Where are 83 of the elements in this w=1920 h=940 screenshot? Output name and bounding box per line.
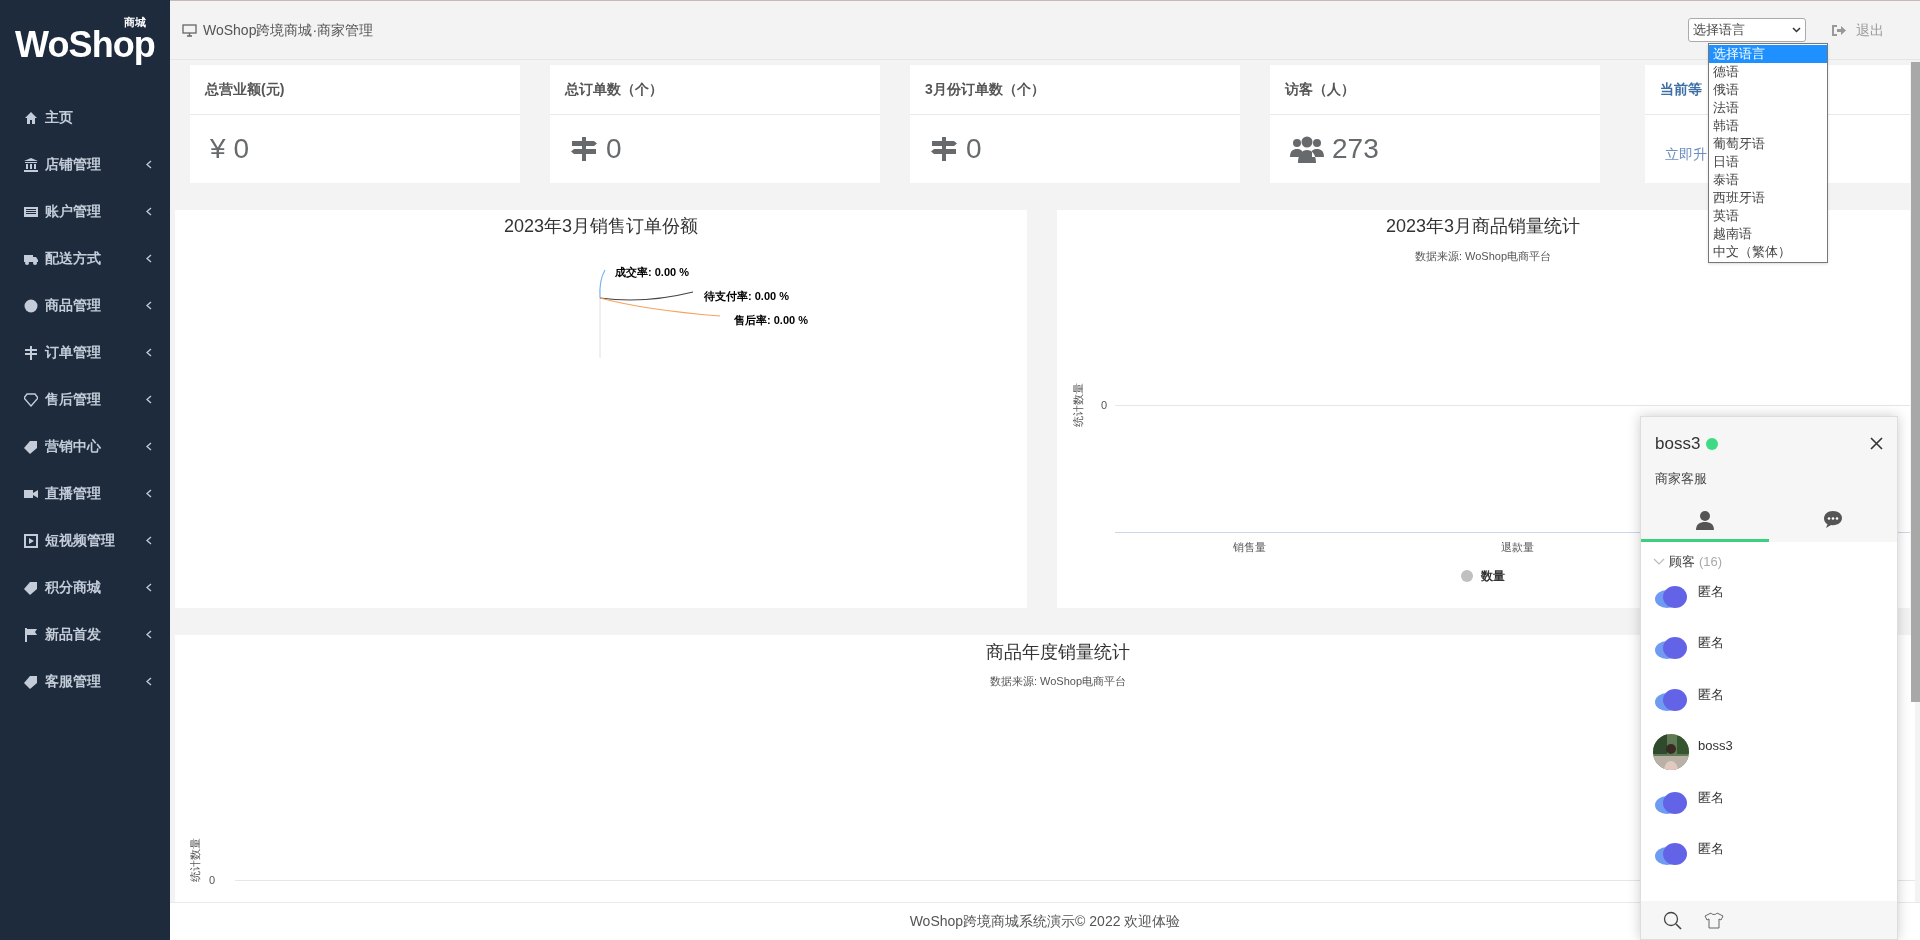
sidebar-item[interactable]: 短视频管理 [0, 517, 170, 564]
sidebar-item[interactable]: 账户管理 [0, 188, 170, 235]
dropdown-option[interactable]: 韩语 [1709, 117, 1827, 135]
category-label: 退款量 [1500, 541, 1534, 553]
breadcrumb-title: WoShop跨境商城·商家管理 [203, 20, 375, 40]
role-label: 商家客服 [1655, 469, 1708, 488]
chart-subtitle: 数据来源: WoShop电商平台 [1414, 250, 1552, 262]
sidebar-item[interactable]: 直播管理 [0, 470, 170, 517]
chart-title: 2023年3月商品销量统计 [1385, 216, 1581, 236]
dropdown-option[interactable]: 德语 [1709, 63, 1827, 81]
contact-item[interactable]: 匿名 [1653, 682, 1885, 734]
sidebar-item[interactable]: 订单管理 [0, 329, 170, 376]
tick-label: 0 [208, 874, 215, 886]
dropdown-option[interactable]: 日语 [1709, 153, 1827, 171]
group-header[interactable]: 顾客 (16) [1653, 552, 1885, 572]
menu-item-icon [24, 298, 38, 313]
dropdown-option[interactable]: 英语 [1709, 207, 1827, 225]
dropdown-option[interactable]: 俄语 [1709, 81, 1827, 99]
data-label: 成交率: 0.00 % [615, 266, 689, 278]
sidebar-item[interactable]: 售后管理 [0, 376, 170, 423]
contact-item[interactable]: 匿名 [1653, 631, 1885, 683]
contact-item[interactable]: 匿名 [1653, 785, 1885, 837]
chart-title: 2023年3月销售订单份额 [503, 216, 699, 236]
data-label: 售后率: 0.00 % [734, 314, 808, 326]
sidebar-item[interactable]: 新品首发 [0, 611, 170, 658]
dropdown-option[interactable]: 葡萄牙语 [1709, 135, 1827, 153]
language-select[interactable]: 选择语言 [1688, 18, 1806, 42]
axis-title: 统计数量 [1072, 383, 1084, 427]
dropdown-option[interactable]: 西班牙语 [1709, 189, 1827, 207]
axis-title: 统计数量 [189, 838, 201, 882]
card-title: 访客（人） [1285, 80, 1355, 99]
dropdown-option[interactable]: 泰语 [1709, 171, 1827, 189]
sidebar-item[interactable]: 配送方式 [0, 235, 170, 282]
menu-item-icon [24, 157, 38, 172]
menu-item-icon [24, 580, 38, 595]
data-label: 待支付率: 0.00 % [704, 290, 789, 302]
sidebar-item[interactable]: 营销中心 [0, 423, 170, 470]
stat-value: 0 [606, 132, 622, 166]
dropdown-option[interactable]: 中文（繁体） [1709, 243, 1827, 261]
sidebar-item[interactable]: 积分商城 [0, 564, 170, 611]
card-title: 3月份订单数（个） [925, 80, 1045, 99]
dropdown-option[interactable]: 越南语 [1709, 225, 1827, 243]
sidebar-item[interactable]: 商品管理 [0, 282, 170, 329]
user-name: boss3 [1655, 433, 1701, 455]
users-icon [1290, 135, 1324, 163]
chat-bubble-icon [1823, 510, 1843, 529]
signpost-icon [570, 135, 598, 163]
currency-symbol: ¥ [210, 132, 226, 166]
category-label: 销售量 [1232, 541, 1266, 553]
sidebar-item[interactable]: 店铺管理 [0, 141, 170, 188]
shirt-icon[interactable] [1704, 911, 1724, 929]
contact-item[interactable]: 匿名 [1653, 579, 1885, 631]
menu-item-icon [24, 345, 38, 360]
sidebar-item[interactable]: 主页 [0, 94, 170, 141]
person-icon [1695, 509, 1715, 530]
logout-icon [1832, 23, 1846, 37]
chart-title: 商品年度销量统计 [986, 642, 1130, 662]
scrollbar-thumb[interactable] [1911, 62, 1920, 702]
monitor-icon [182, 23, 197, 37]
stat-value: 0 [233, 132, 250, 166]
tick-label: 0 [1100, 399, 1107, 411]
sidebar-item[interactable]: 客服管理 [0, 658, 170, 705]
stat-value: 273 [1332, 132, 1379, 166]
menu-item-icon [24, 533, 38, 548]
menu-item-icon [24, 204, 38, 219]
menu-item-icon [24, 627, 38, 642]
card-title: 总营业额(元) [205, 80, 285, 99]
dropdown-option[interactable]: 法语 [1709, 99, 1827, 117]
contact-item[interactable]: boss3 [1653, 734, 1885, 786]
card-title: 总订单数（个） [565, 80, 663, 99]
menu-item-icon [24, 439, 38, 454]
menu-item-icon [24, 392, 38, 407]
contact-item[interactable]: 匿名 [1653, 837, 1885, 889]
close-icon[interactable] [1870, 437, 1883, 451]
search-icon[interactable] [1663, 910, 1682, 930]
chart-subtitle: 数据来源: WoShop电商平台 [989, 675, 1127, 687]
footer-text: WoShop跨境商城系统演示© 2022 欢迎体验 [909, 912, 1181, 931]
menu-item-icon [24, 110, 38, 125]
menu-item-icon [24, 674, 38, 689]
stat-value: 0 [966, 132, 982, 166]
legend-label[interactable]: 数量 [1481, 569, 1505, 583]
card-title: 当前等 [1660, 80, 1702, 99]
signpost-icon [930, 135, 958, 163]
